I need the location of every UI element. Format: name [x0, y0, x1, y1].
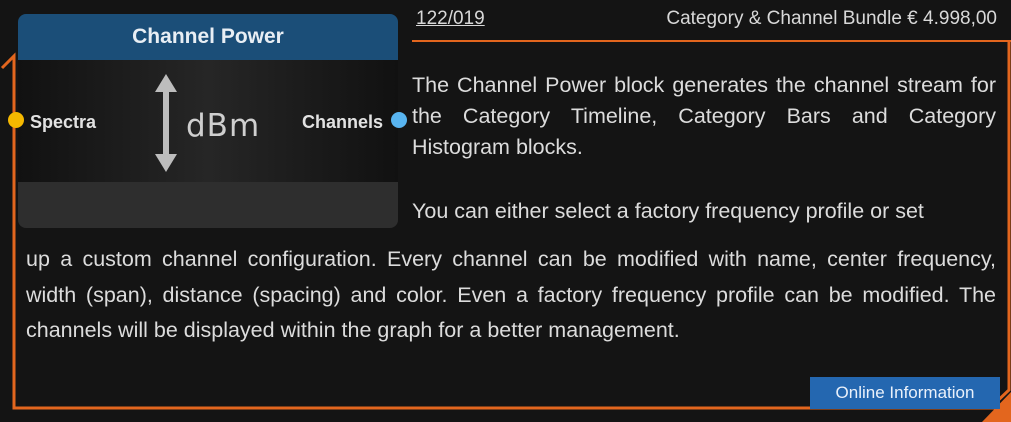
unit-label: dBm	[186, 108, 261, 144]
output-port-label: Channels	[302, 112, 384, 132]
vertical-double-arrow-icon	[155, 74, 177, 172]
block-body: dBm Spectra Channels	[18, 60, 398, 182]
channel-power-block: Channel Power dBm Spectra Channels	[8, 14, 407, 228]
product-code-link[interactable]: 122/019	[416, 8, 485, 30]
output-port-dot[interactable]	[391, 112, 407, 128]
description-paragraph-2-rest: up a custom channel configuration. Every…	[26, 247, 996, 342]
product-header: 122/019 Category & Channel Bundle € 4.99…	[412, 0, 1011, 42]
product-panel: 122/019 Category & Channel Bundle € 4.99…	[0, 0, 1011, 422]
input-port-label: Spectra	[30, 112, 97, 132]
block-title: Channel Power	[18, 14, 398, 60]
description-paragraph-2-start: You can either select a factory frequenc…	[412, 199, 924, 223]
input-port-dot[interactable]	[8, 112, 24, 128]
online-information-button[interactable]: Online Information	[810, 377, 1000, 409]
product-title: Category & Channel Bundle € 4.998,00	[666, 8, 997, 29]
block-footer	[18, 182, 398, 228]
description-paragraph-1: The Channel Power block generates the ch…	[412, 73, 996, 159]
